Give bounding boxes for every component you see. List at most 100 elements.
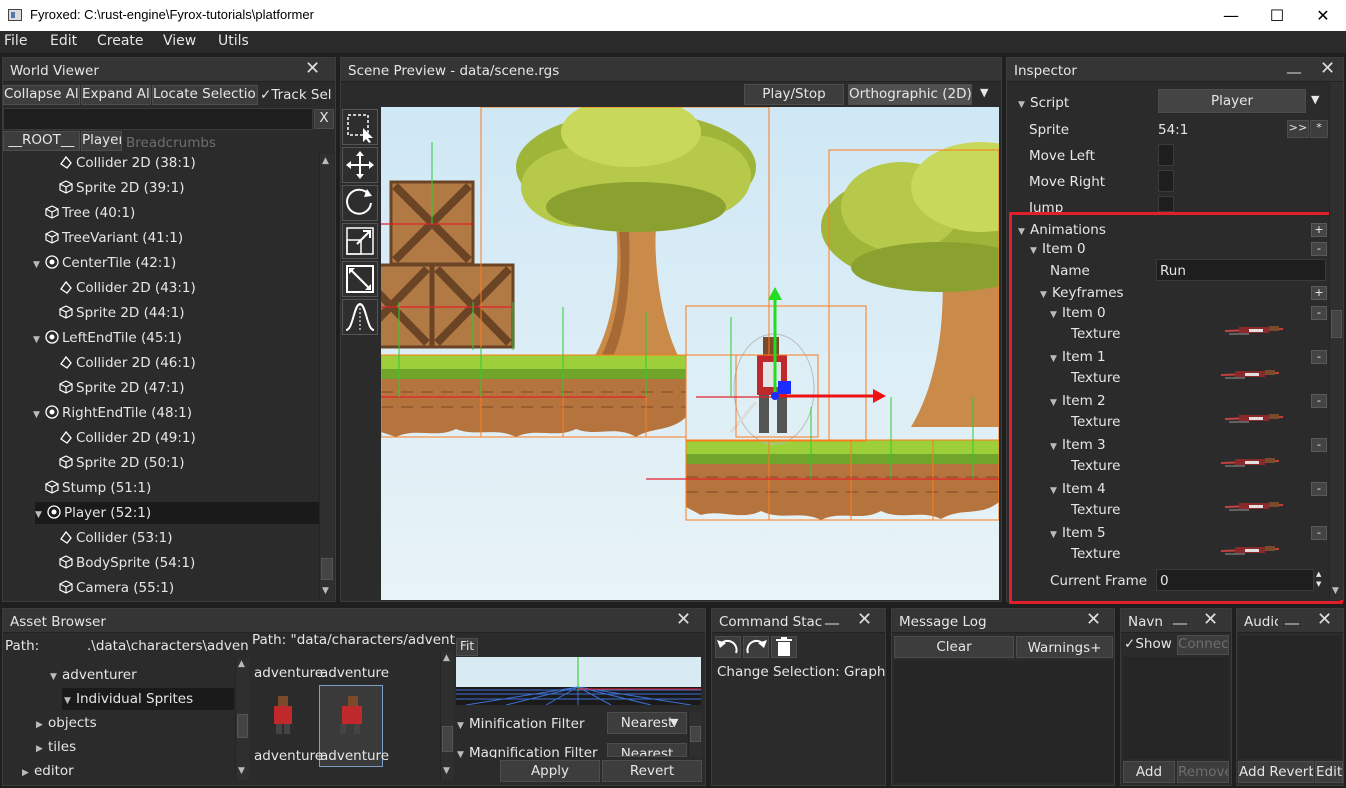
file-item[interactable]: adventure <box>320 748 389 764</box>
scroll-thumb[interactable] <box>442 726 453 752</box>
expand-arrow-icon[interactable]: ▼ <box>50 666 62 688</box>
remove-keyframe-button[interactable]: - <box>1311 526 1327 540</box>
command-entry[interactable]: Change Selection: Graph <box>717 664 885 680</box>
select-tool-button[interactable] <box>342 109 378 145</box>
scroll-down-icon[interactable]: ▼ <box>1332 586 1339 596</box>
remove-navmesh-button[interactable]: Remove <box>1177 761 1229 783</box>
menu-file[interactable]: File <box>4 33 27 49</box>
redo-button[interactable] <box>743 636 769 658</box>
scroll-up-icon[interactable]: ▲ <box>443 653 450 663</box>
apply-button[interactable]: Apply <box>500 760 600 782</box>
scroll-thumb[interactable] <box>237 714 248 738</box>
minimize-panel-icon[interactable]: __ <box>1287 58 1301 74</box>
resize-tool-button[interactable] <box>342 261 378 297</box>
remove-keyframe-button[interactable]: - <box>1311 350 1327 364</box>
animation-item-0[interactable]: ▼ Item 0 <box>1030 241 1086 257</box>
breadcrumb-root[interactable]: __ROOT__ <box>3 131 80 151</box>
tree-item[interactable]: Collider 2D (46:1) <box>59 352 196 374</box>
scroll-down-icon[interactable]: ▼ <box>238 766 245 776</box>
revert-button[interactable]: Revert <box>602 760 702 782</box>
sprite-reset-button[interactable]: * <box>1310 120 1328 138</box>
scene-viewport[interactable] <box>381 107 999 600</box>
tree-item[interactable]: ▼ LeftEndTile (45:1) <box>33 327 182 349</box>
texture-thumbnail[interactable] <box>1219 500 1284 514</box>
chevron-down-icon[interactable]: ▼ <box>1311 93 1319 106</box>
curve-tool-button[interactable] <box>342 299 378 335</box>
close-icon[interactable]: ✕ <box>305 59 320 79</box>
scroll-down-icon[interactable]: ▼ <box>443 766 450 776</box>
close-button[interactable]: ✕ <box>1300 0 1346 31</box>
rotate-tool-button[interactable] <box>342 185 378 221</box>
script-select[interactable]: Player <box>1158 89 1306 113</box>
scale-tool-button[interactable] <box>342 223 378 259</box>
close-icon[interactable]: ✕ <box>1086 610 1101 630</box>
script-row[interactable]: ▼ Script <box>1018 95 1069 111</box>
keyframe-item[interactable]: ▼ Item 0 <box>1050 305 1106 321</box>
keyframe-item[interactable]: ▼ Item 4 <box>1050 481 1106 497</box>
menu-utils[interactable]: Utils <box>218 33 249 49</box>
play-stop-button[interactable]: Play/Stop <box>744 84 844 105</box>
collapse-arrow-icon[interactable]: ▶ <box>36 738 48 760</box>
tree-item[interactable]: Sprite 2D (50:1) <box>59 452 184 474</box>
file-item[interactable]: adventure <box>254 748 323 764</box>
texture-thumbnail[interactable] <box>1219 324 1284 338</box>
name-field[interactable]: Run <box>1156 259 1326 281</box>
collapse-arrow-icon[interactable]: ▶ <box>22 762 34 784</box>
stepper-icon[interactable]: ▲ ▼ <box>1316 569 1321 589</box>
expand-arrow-icon[interactable]: ▼ <box>35 504 47 526</box>
show-checkbox[interactable]: ✓Show <box>1124 636 1172 652</box>
keyframe-item[interactable]: ▼ Item 3 <box>1050 437 1106 453</box>
collapse-arrow-icon[interactable]: ▶ <box>36 714 48 736</box>
current-frame-field[interactable]: 0 <box>1156 569 1314 591</box>
asset-folder[interactable]: ▶ objects <box>36 712 97 734</box>
add-keyframe-button[interactable]: + <box>1311 286 1327 300</box>
tree-item[interactable]: Collider 2D (49:1) <box>59 427 196 449</box>
menu-create[interactable]: Create <box>97 33 144 49</box>
scroll-thumb[interactable] <box>1331 310 1342 338</box>
close-icon[interactable]: ✕ <box>1317 610 1332 630</box>
tree-item[interactable]: Sprite 2D (39:1) <box>59 177 184 199</box>
scroll-up-icon[interactable]: ▲ <box>322 156 329 166</box>
animations-row[interactable]: ▼ Animations <box>1018 222 1106 238</box>
tree-item[interactable]: BodySprite (54:1) <box>59 552 195 574</box>
remove-keyframe-button[interactable]: - <box>1311 438 1327 452</box>
close-icon[interactable]: ✕ <box>1203 610 1218 630</box>
tree-item[interactable]: Collider (53:1) <box>59 527 173 549</box>
breadcrumb-player[interactable]: Player <box>81 131 122 151</box>
world-tree-scrollbar[interactable]: ▲ ▼ <box>319 154 334 600</box>
keyframe-item[interactable]: ▼ Item 5 <box>1050 525 1106 541</box>
remove-animation-button[interactable]: - <box>1311 242 1327 256</box>
file-thumbnail[interactable] <box>262 690 306 738</box>
tree-item[interactable]: ▼ Player (52:1) <box>35 502 319 524</box>
keyframes-row[interactable]: ▼ Keyframes <box>1040 285 1124 301</box>
locate-selection-button[interactable]: Locate Selection <box>152 85 258 105</box>
move-right-checkbox[interactable] <box>1158 170 1174 192</box>
remove-keyframe-button[interactable]: - <box>1311 394 1327 408</box>
texture-thumbnail[interactable] <box>1215 368 1280 382</box>
menu-edit[interactable]: Edit <box>50 33 77 49</box>
close-icon[interactable]: ✕ <box>676 610 691 630</box>
world-search-input[interactable] <box>3 108 313 130</box>
scroll-thumb[interactable] <box>321 558 333 580</box>
asset-folder[interactable]: ▼ adventurer <box>50 664 137 686</box>
texture-thumbnail[interactable] <box>1219 412 1284 426</box>
remove-keyframe-button[interactable]: - <box>1311 482 1327 496</box>
expand-arrow-icon[interactable]: ▼ <box>33 404 45 426</box>
clear-history-button[interactable] <box>771 636 797 658</box>
keyframe-item[interactable]: ▼ Item 2 <box>1050 393 1106 409</box>
file-item[interactable]: adventure <box>254 665 323 681</box>
scroll-thumb[interactable] <box>690 726 701 742</box>
scroll-up-icon[interactable]: ▲ <box>238 659 245 669</box>
filter-scrollbar[interactable] <box>688 712 702 757</box>
asset-folder[interactable]: ▶ editor <box>22 760 74 782</box>
asset-tree-scrollbar[interactable]: ▲ ▼ <box>235 658 249 780</box>
scroll-down-icon[interactable]: ▼ <box>322 586 329 596</box>
collapse-all-button[interactable]: Collapse All <box>3 85 80 105</box>
texture-thumbnail[interactable] <box>1215 544 1280 558</box>
edit-audio-button[interactable]: Edit <box>1315 761 1343 783</box>
track-selection-checkbox[interactable]: ✓Track Sel <box>260 87 332 103</box>
jump-checkbox[interactable] <box>1158 196 1174 212</box>
add-animation-button[interactable]: + <box>1311 223 1327 237</box>
tree-item[interactable]: TreeVariant (41:1) <box>33 227 183 249</box>
minimize-panel-icon[interactable]: __ <box>1173 609 1187 625</box>
